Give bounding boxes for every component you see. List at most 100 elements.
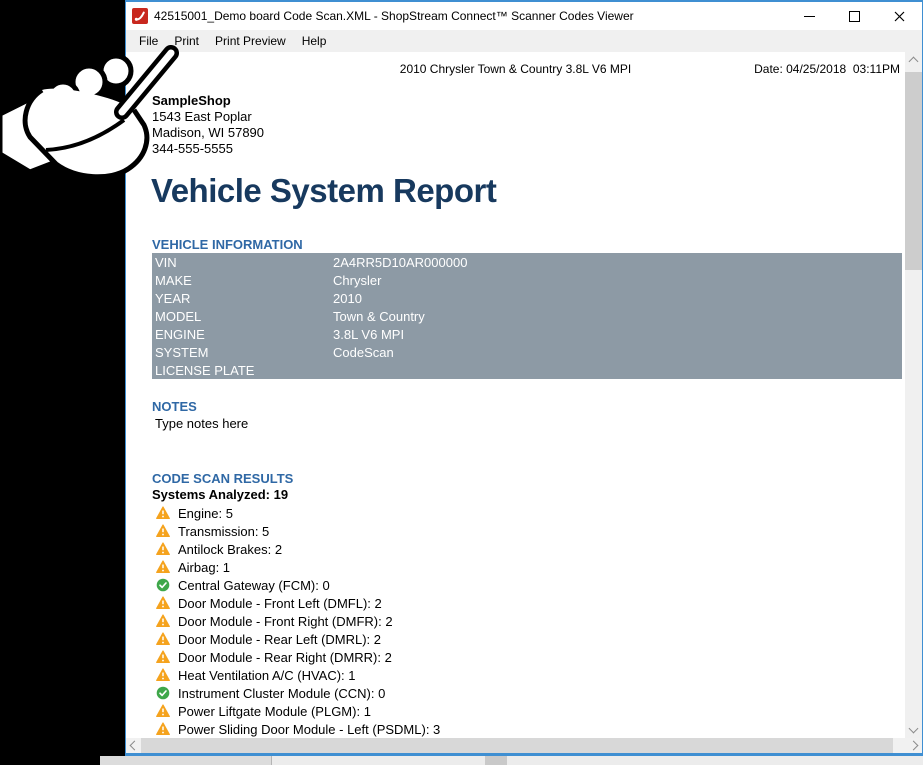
scan-result-label: Engine: 5: [178, 506, 233, 521]
scan-result-label: Power Liftgate Module (PLGM): 1: [178, 704, 371, 719]
scan-result-label: Heat Ventilation A/C (HVAC): 1: [178, 668, 356, 683]
scan-result-label: Airbag: 1: [178, 560, 230, 575]
warning-icon: [156, 722, 170, 736]
table-row: ENGINE3.8L V6 MPI: [152, 325, 902, 343]
menu-print-preview[interactable]: Print Preview: [207, 31, 294, 51]
scroll-down-icon[interactable]: [909, 724, 919, 734]
warning-icon: [156, 542, 170, 556]
scan-result-item: Power Sliding Door Module - Left (PSDML)…: [156, 720, 440, 738]
bottom-strip: [100, 756, 923, 765]
scan-result-label: Door Module - Rear Right (DMRR): 2: [178, 650, 392, 665]
scan-result-item: Transmission: 5: [156, 522, 440, 540]
scan-result-item: Power Liftgate Module (PLGM): 1: [156, 702, 440, 720]
warning-icon: [156, 524, 170, 538]
scan-result-item: Engine: 5: [156, 504, 440, 522]
menu-print[interactable]: Print: [166, 31, 207, 51]
scroll-left-icon[interactable]: [130, 741, 140, 751]
bottom-strip-segment: [485, 756, 507, 765]
check-icon: [156, 686, 170, 700]
scan-result-label: Transmission: 5: [178, 524, 269, 539]
scan-result-item: Door Module - Front Left (DMFL): 2: [156, 594, 440, 612]
shop-name: SampleShop: [152, 93, 264, 109]
table-row: MODELTown & Country: [152, 307, 902, 325]
warning-icon: [156, 506, 170, 520]
scan-result-label: Door Module - Front Left (DMFL): 2: [178, 596, 382, 611]
report-document: 2010 Chrysler Town & Country 3.8L V6 MPI…: [126, 52, 905, 738]
scan-result-label: Door Module - Rear Left (DMRL): 2: [178, 632, 381, 647]
row-label: LICENSE PLATE: [152, 363, 333, 378]
screenshot-background: 42515001_Demo board Code Scan.XML - Shop…: [0, 0, 923, 765]
bottom-strip-segment: [272, 756, 485, 765]
maximize-button[interactable]: [832, 2, 877, 30]
code-scan-list: Engine: 5 Transmission: 5 Antilock Brake…: [156, 504, 440, 738]
horizontal-scrollbar[interactable]: [126, 738, 922, 753]
menu-help[interactable]: Help: [294, 31, 335, 51]
title-bar: 42515001_Demo board Code Scan.XML - Shop…: [126, 2, 922, 30]
scan-result-item: Door Module - Rear Left (DMRL): 2: [156, 630, 440, 648]
app-window: 42515001_Demo board Code Scan.XML - Shop…: [125, 0, 923, 756]
menu-bar: File Print Print Preview Help: [126, 30, 922, 52]
shop-address-line2: Madison, WI 57890: [152, 125, 264, 141]
scan-result-label: Door Module - Front Right (DMFR): 2: [178, 614, 393, 629]
warning-icon: [156, 632, 170, 646]
window-title: 42515001_Demo board Code Scan.XML - Shop…: [154, 9, 634, 23]
scan-result-item: Instrument Cluster Module (CCN): 0: [156, 684, 440, 702]
warning-icon: [156, 614, 170, 628]
close-button[interactable]: [877, 2, 922, 30]
scan-result-label: Central Gateway (FCM): 0: [178, 578, 330, 593]
scan-result-item: Door Module - Front Right (DMFR): 2: [156, 612, 440, 630]
table-row: LICENSE PLATE: [152, 361, 902, 379]
row-label: ENGINE: [152, 327, 333, 342]
scan-result-item: Airbag: 1: [156, 558, 440, 576]
row-value: 2A4RR5D10AR000000: [333, 255, 467, 270]
row-value: Chrysler: [333, 273, 381, 288]
row-value: 3.8L V6 MPI: [333, 327, 404, 342]
code-scan-results-heading: CODE SCAN RESULTS: [152, 471, 293, 486]
row-label: SYSTEM: [152, 345, 333, 360]
scan-result-item: Heat Ventilation A/C (HVAC): 1: [156, 666, 440, 684]
shop-address-line1: 1543 East Poplar: [152, 109, 264, 125]
warning-icon: [156, 650, 170, 664]
row-label: MODEL: [152, 309, 333, 324]
scroll-up-icon[interactable]: [909, 57, 919, 67]
row-value: Town & Country: [333, 309, 425, 324]
row-value: CodeScan: [333, 345, 394, 360]
warning-icon: [156, 560, 170, 574]
bottom-strip-segment: [507, 756, 923, 765]
warning-icon: [156, 704, 170, 718]
shop-phone: 344-555-5555: [152, 141, 264, 157]
menu-file[interactable]: File: [131, 31, 166, 51]
table-row: MAKEChrysler: [152, 271, 902, 289]
vehicle-information-table: VIN2A4RR5D10AR000000 MAKEChrysler YEAR20…: [152, 253, 902, 379]
maximize-icon: [849, 11, 860, 22]
scan-result-item: Door Module - Rear Right (DMRR): 2: [156, 648, 440, 666]
close-icon: [894, 11, 905, 22]
scroll-right-icon[interactable]: [909, 741, 919, 751]
horizontal-scrollbar-thumb[interactable]: [141, 738, 893, 753]
vertical-scrollbar[interactable]: [905, 52, 922, 738]
systems-analyzed: Systems Analyzed: 19: [152, 487, 288, 502]
scan-result-item: Antilock Brakes: 2: [156, 540, 440, 558]
warning-icon: [156, 596, 170, 610]
row-label: MAKE: [152, 273, 333, 288]
check-icon: [156, 578, 170, 592]
row-label: VIN: [152, 255, 333, 270]
table-row: SYSTEMCodeScan: [152, 343, 902, 361]
table-row: YEAR2010: [152, 289, 902, 307]
row-value: 2010: [333, 291, 362, 306]
app-icon: [132, 8, 148, 24]
notes-heading: NOTES: [152, 399, 197, 414]
table-row: VIN2A4RR5D10AR000000: [152, 253, 902, 271]
warning-icon: [156, 668, 170, 682]
minimize-icon: [804, 16, 815, 17]
scan-result-label: Instrument Cluster Module (CCN): 0: [178, 686, 385, 701]
bottom-strip-segment: [100, 756, 272, 765]
scan-result-item: Central Gateway (FCM): 0: [156, 576, 440, 594]
vehicle-information-heading: VEHICLE INFORMATION: [152, 237, 303, 252]
vertical-scrollbar-thumb[interactable]: [905, 72, 922, 270]
scan-result-label: Power Sliding Door Module - Left (PSDML)…: [178, 722, 440, 737]
scan-result-label: Antilock Brakes: 2: [178, 542, 282, 557]
notes-text: Type notes here: [155, 416, 248, 431]
minimize-button[interactable]: [787, 2, 832, 30]
shop-info-block: SampleShop 1543 East Poplar Madison, WI …: [152, 93, 264, 157]
